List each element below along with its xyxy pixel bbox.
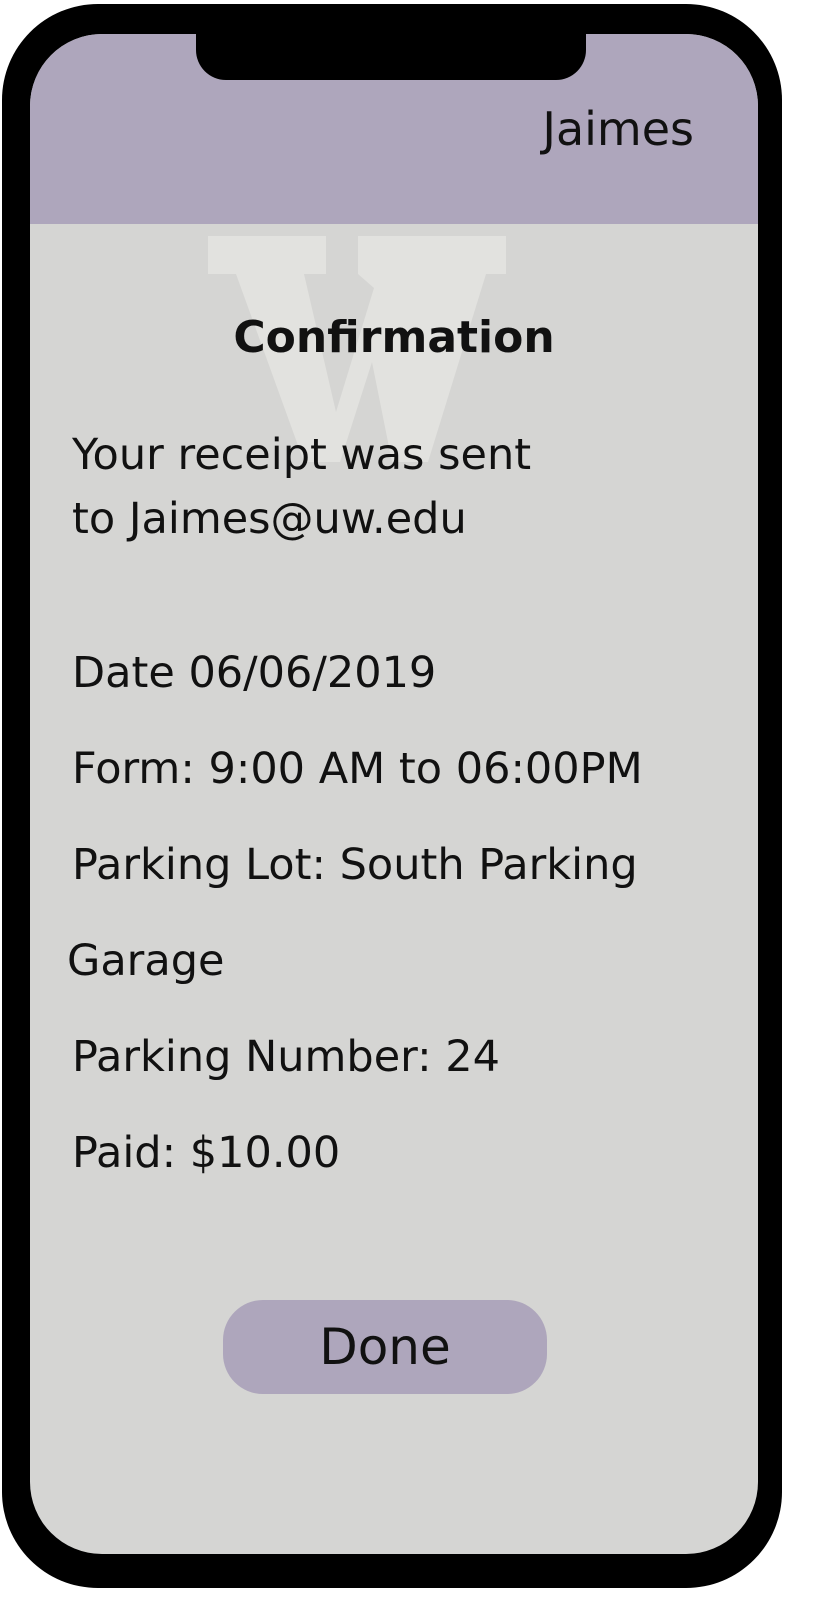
- app-header: Jaimes: [30, 34, 758, 224]
- phone-frame: Jaimes Confirmation Your receipt was sen…: [2, 4, 782, 1588]
- user-name[interactable]: Jaimes: [542, 102, 694, 156]
- date-detail: Date 06/06/2019: [72, 648, 437, 698]
- receipt-message-line2: to Jaimes@uw.edu: [72, 494, 467, 544]
- receipt-message-line1: Your receipt was sent: [72, 430, 532, 480]
- time-range-detail: Form: 9:00 AM to 06:00PM: [72, 744, 643, 794]
- parking-number-detail: Parking Number: 24: [72, 1032, 500, 1082]
- done-button[interactable]: Done: [223, 1300, 547, 1394]
- parking-lot-detail: Parking Lot: South Parking: [72, 840, 638, 890]
- page-title: Confirmation: [233, 312, 555, 363]
- parking-lot-detail-continued: Garage: [67, 936, 225, 986]
- phone-notch: [196, 34, 586, 80]
- paid-amount-detail: Paid: $10.00: [72, 1128, 341, 1178]
- phone-screen: Jaimes Confirmation Your receipt was sen…: [30, 34, 758, 1554]
